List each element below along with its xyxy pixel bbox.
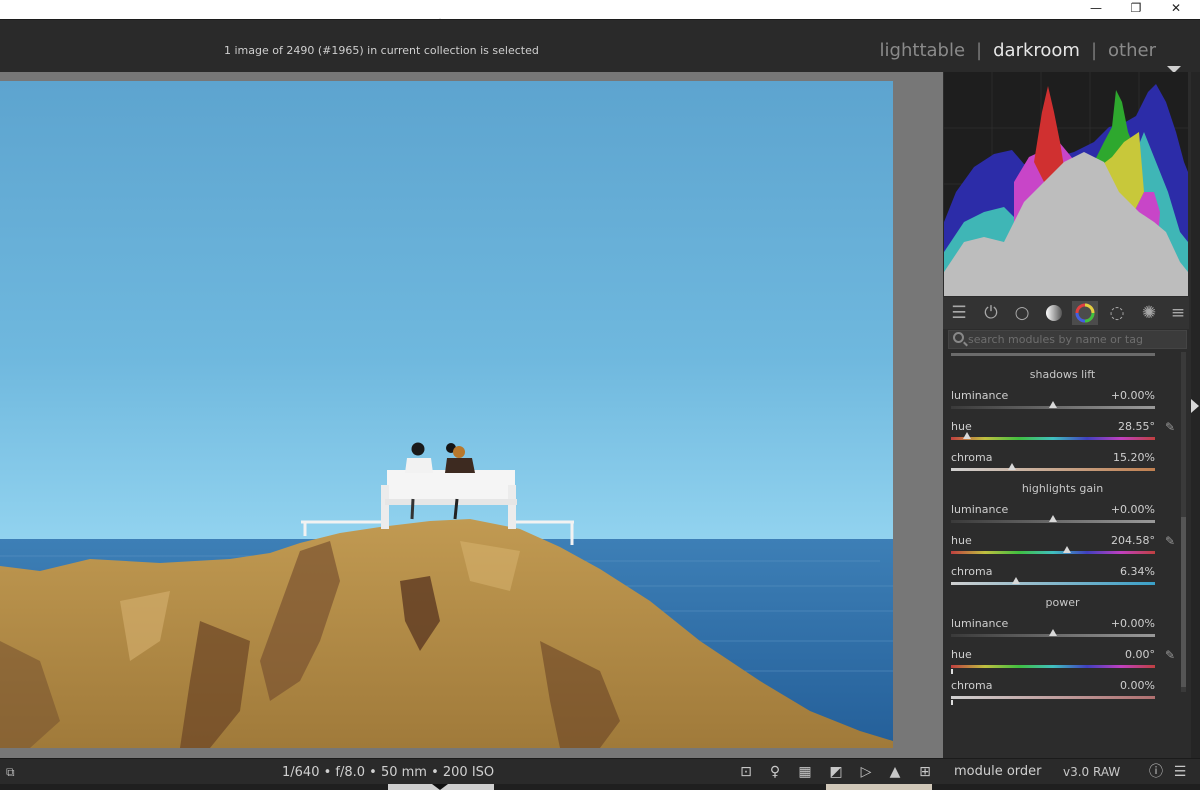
slider-marker[interactable] (1063, 546, 1072, 553)
color-picker-icon[interactable]: ✎ (1165, 534, 1181, 548)
param-value: 6.34% (1120, 565, 1155, 578)
previous-slider-bar[interactable] (951, 353, 1155, 356)
menu-icon[interactable]: ☰ (1170, 763, 1190, 781)
param-label: hue (951, 534, 972, 547)
color-icon[interactable] (1072, 301, 1098, 325)
power-chroma-slider[interactable]: chroma 0.00% (951, 679, 1181, 707)
minimize-icon[interactable]: — (1076, 0, 1116, 19)
filmstrip-edge (0, 784, 1200, 790)
param-value: 15.20% (1113, 451, 1155, 464)
slider-track (951, 582, 1155, 585)
slider-track (951, 437, 1155, 440)
param-label: chroma (951, 451, 993, 464)
view-darkroom[interactable]: darkroom (993, 40, 1080, 61)
param-value: 0.00% (1120, 679, 1155, 692)
highlights-hue-slider[interactable]: hue 204.58° ✎ (951, 534, 1181, 562)
gamut-check-icon[interactable]: ▲ (885, 763, 905, 781)
collection-status: 1 image of 2490 (#1965) in current colle… (224, 44, 539, 57)
guides-icon[interactable]: ⊞ (915, 763, 935, 781)
shadows-hue-slider[interactable]: hue 28.55° ✎ (951, 420, 1181, 448)
search-icon (953, 332, 964, 343)
slider-marker[interactable] (1008, 463, 1017, 470)
highlights-chroma-slider[interactable]: chroma 6.34% (951, 565, 1181, 593)
slider-marker[interactable] (1012, 577, 1021, 584)
slider-track (951, 696, 1155, 699)
shadows-luminance-slider[interactable]: luminance +0.00% (951, 389, 1181, 417)
filmstrip-thumbnail[interactable] (826, 784, 932, 790)
module-search-input[interactable] (968, 332, 1183, 347)
param-value: +0.00% (1110, 389, 1155, 402)
raw-overexposed-icon[interactable]: ▦ (795, 763, 815, 781)
filmstrip-toggle-icon[interactable]: ⧉ (6, 765, 20, 779)
power-hue-slider[interactable]: hue 0.00° ✎ (951, 648, 1181, 676)
darktable-window: — ❐ ✕ 1 image of 2490 (#1965) in current… (0, 0, 1200, 790)
correct-icon[interactable]: ◌ (1104, 301, 1130, 325)
restore-icon[interactable]: ❐ (1116, 0, 1156, 19)
view-switcher: lighttable | darkroom | other (880, 40, 1156, 61)
param-value: 0.00° (1125, 648, 1155, 661)
power-luminance-slider[interactable]: luminance +0.00% (951, 617, 1181, 645)
section-power: power (1045, 596, 1080, 609)
right-panel-edge (1191, 72, 1200, 758)
param-value: +0.00% (1110, 503, 1155, 516)
center-view (0, 72, 943, 758)
histogram[interactable] (944, 72, 1188, 296)
param-value: 204.58° (1111, 534, 1155, 547)
top-header: 1 image of 2490 (#1965) in current colle… (0, 19, 1200, 73)
color-picker-icon[interactable]: ✎ (1165, 648, 1181, 662)
power-icon[interactable]: ⏻ (978, 301, 1004, 325)
param-label: luminance (951, 389, 1009, 402)
slider-track (951, 665, 1155, 668)
param-label: chroma (951, 679, 993, 692)
photo-canvas[interactable] (0, 81, 893, 748)
circle-icon[interactable]: ○ (1009, 301, 1035, 325)
param-value: +0.00% (1110, 617, 1155, 630)
view-separator: | (976, 40, 983, 61)
presets-icon[interactable]: ☰ (946, 301, 972, 325)
slider-track (951, 551, 1155, 554)
slider-marker[interactable] (1049, 401, 1057, 408)
module-order-version[interactable]: v3.0 RAW (1063, 765, 1120, 779)
param-label: luminance (951, 503, 1009, 516)
section-highlights-gain: highlights gain (1021, 482, 1104, 495)
slider-marker[interactable] (1049, 515, 1057, 522)
slider-tick (951, 700, 953, 705)
bulb-icon[interactable]: ♀ (765, 763, 785, 781)
module-group-tabs: ☰ ⏻ ○ ◌ ✺ ≡ (943, 297, 1189, 329)
softproof-icon[interactable]: ▷ (856, 763, 876, 781)
scrollbar-thumb[interactable] (1181, 517, 1186, 687)
focus-peaking-icon[interactable]: ⊡ (736, 763, 756, 781)
right-panel: ☰ ⏻ ○ ◌ ✺ ≡ shadows lift luminance +0.00… (943, 72, 1191, 758)
view-lighttable[interactable]: lighttable (880, 40, 965, 61)
collapse-right-panel-icon[interactable] (1191, 399, 1199, 413)
info-icon[interactable]: ⓘ (1146, 763, 1166, 781)
param-label: hue (951, 648, 972, 661)
module-order-label[interactable]: module order (954, 764, 1042, 779)
clipping-icon[interactable]: ◩ (826, 763, 846, 781)
highlights-luminance-slider[interactable]: luminance +0.00% (951, 503, 1181, 531)
close-icon[interactable]: ✕ (1156, 0, 1196, 19)
view-separator: | (1090, 40, 1098, 61)
bottom-toolbar: ⧉ 1/640 • f/8.0 • 50 mm • 200 ISO ⊡ ♀ ▦ … (0, 758, 1200, 784)
param-label: chroma (951, 565, 993, 578)
panel-scrollbar[interactable] (1181, 352, 1186, 692)
bottom-panel-toggle-arrow[interactable] (432, 784, 448, 790)
module-search[interactable] (948, 330, 1187, 349)
image-exif-info: 1/640 • f/8.0 • 50 mm • 200 ISO (282, 765, 495, 780)
view-other[interactable]: other (1108, 40, 1156, 61)
menu-icon[interactable]: ≡ (1165, 301, 1191, 325)
tone-icon[interactable] (1041, 301, 1067, 325)
photo-image (0, 81, 893, 748)
shadows-chroma-slider[interactable]: chroma 15.20% (951, 451, 1181, 479)
effects-icon[interactable]: ✺ (1136, 301, 1162, 325)
os-title-bar: — ❐ ✕ (0, 0, 1200, 19)
color-picker-icon[interactable]: ✎ (1165, 420, 1181, 434)
slider-track (951, 468, 1155, 471)
param-label: luminance (951, 617, 1009, 630)
section-shadows-lift: shadows lift (1029, 368, 1096, 381)
param-value: 28.55° (1118, 420, 1155, 433)
slider-tick (951, 669, 953, 674)
slider-marker[interactable] (963, 432, 972, 439)
slider-marker[interactable] (1049, 629, 1057, 636)
